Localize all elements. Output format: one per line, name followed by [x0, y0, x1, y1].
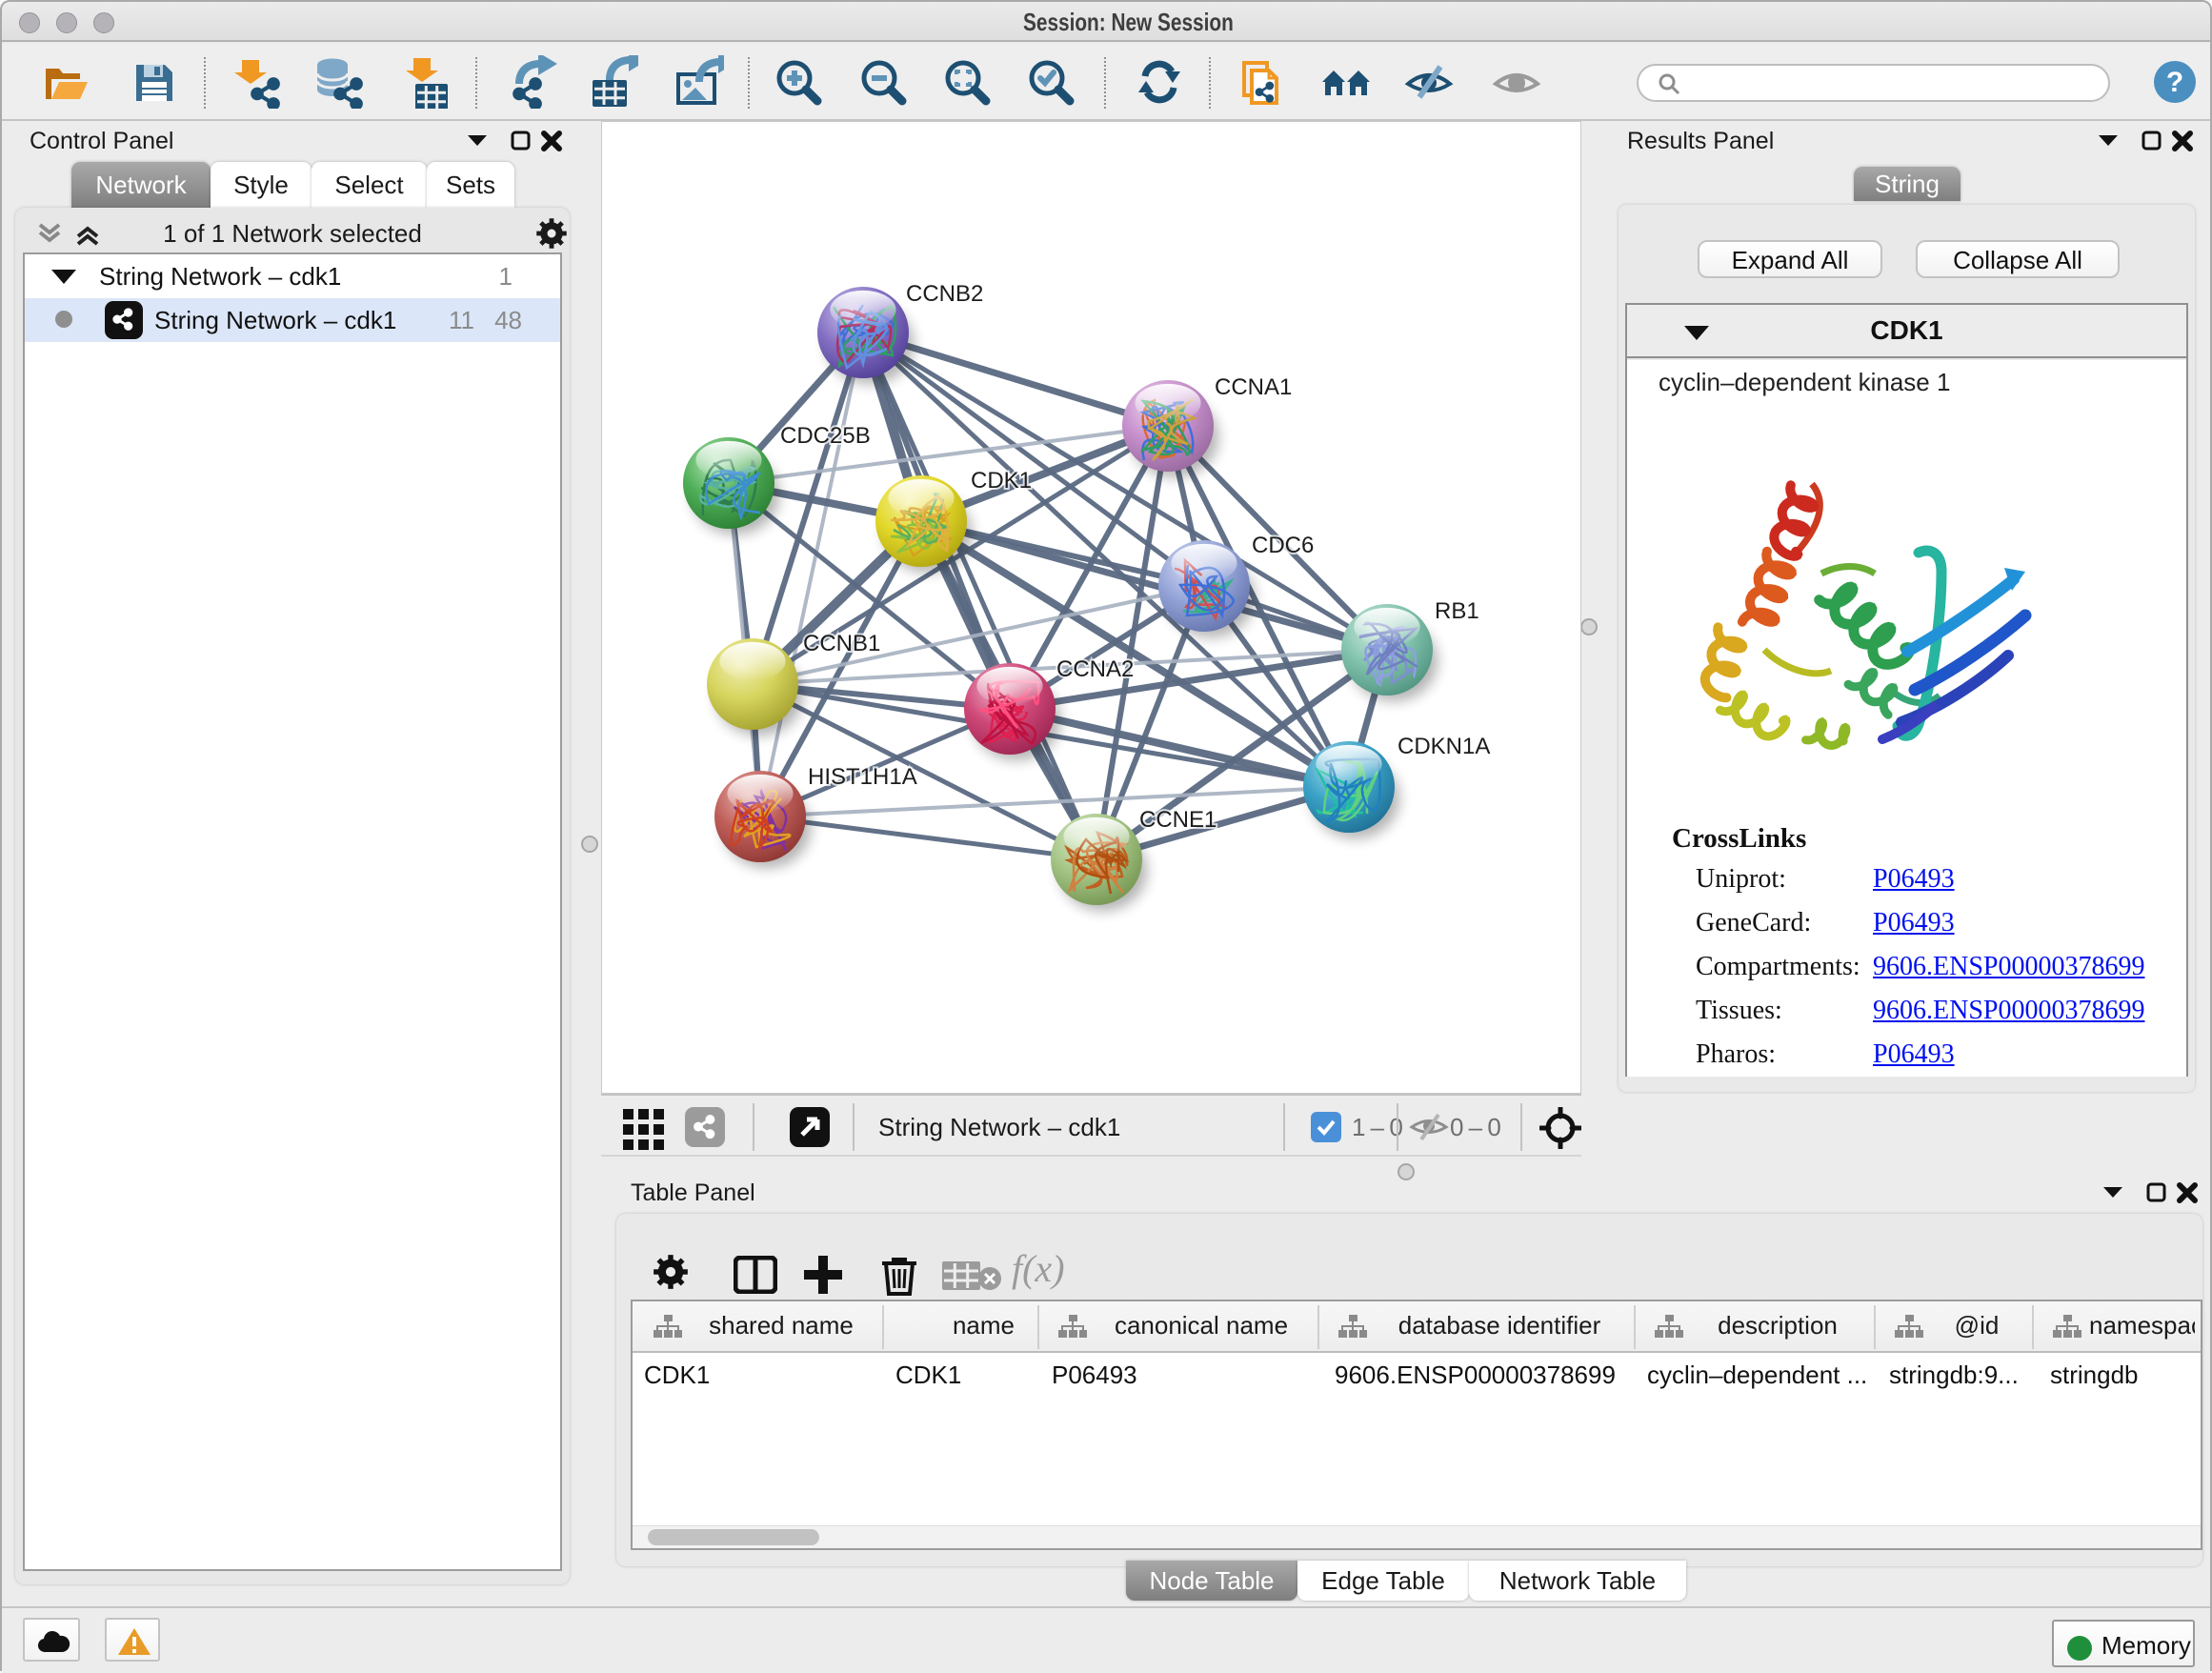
svg-text:CCNB2: CCNB2 [906, 281, 983, 307]
svg-text:?: ? [2166, 67, 2183, 98]
svg-text:CDK1: CDK1 [971, 468, 1032, 494]
svg-text:CDKN1A: CDKN1A [1398, 734, 1490, 759]
svg-text:CDC25B: CDC25B [780, 423, 871, 449]
svg-text:CCNA2: CCNA2 [1056, 656, 1134, 682]
svg-text:CCNA1: CCNA1 [1215, 374, 1292, 400]
svg-text:CCNB1: CCNB1 [803, 631, 880, 656]
svg-text:CDC6: CDC6 [1252, 533, 1314, 558]
svg-text:CCNE1: CCNE1 [1139, 807, 1217, 833]
svg-text:HIST1H1A: HIST1H1A [808, 764, 917, 790]
svg-text:RB1: RB1 [1435, 598, 1479, 624]
